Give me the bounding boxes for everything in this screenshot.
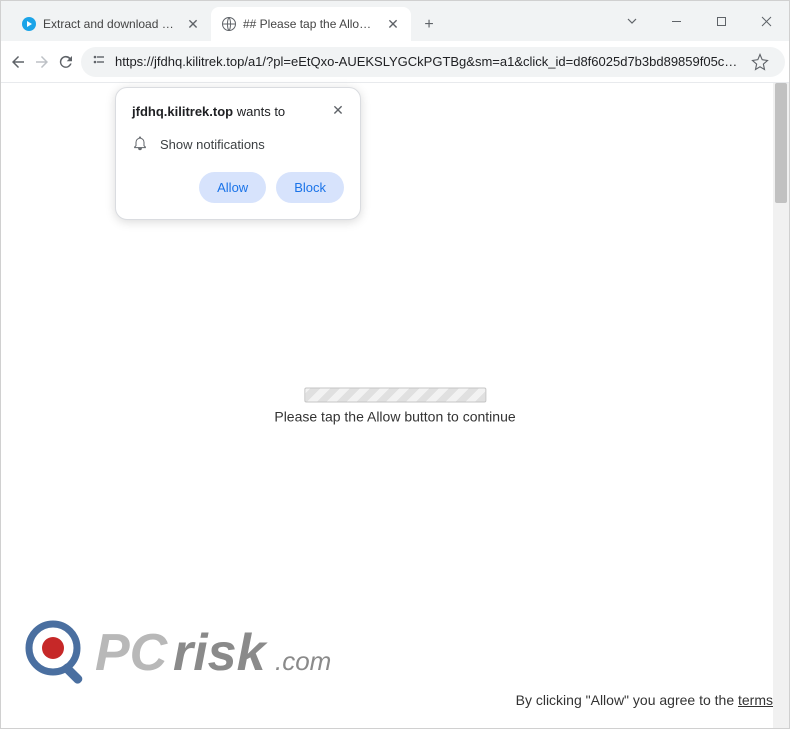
play-icon — [21, 16, 37, 32]
page-message: Please tap the Allow button to continue — [274, 408, 515, 424]
tab-title: ## Please tap the Allow button — [243, 17, 379, 31]
page-content: jfdhq.kilitrek.top wants to ✕ Show notif… — [1, 83, 789, 728]
minimize-button[interactable] — [654, 1, 699, 41]
scrollbar-thumb[interactable] — [775, 83, 787, 203]
forward-button[interactable] — [33, 47, 51, 77]
toolbar: https://jfdhq.kilitrek.top/a1/?pl=eEtQxo… — [1, 41, 789, 83]
maximize-button[interactable] — [699, 1, 744, 41]
popup-wants-text: wants to — [237, 104, 285, 119]
popup-actions: Allow Block — [132, 172, 344, 203]
allow-button[interactable]: Allow — [199, 172, 266, 203]
window-controls — [609, 1, 789, 41]
globe-icon — [221, 16, 237, 32]
new-tab-button[interactable]: + — [415, 11, 443, 39]
site-info-icon[interactable] — [91, 52, 107, 71]
close-window-button[interactable] — [744, 1, 789, 41]
permission-popup: jfdhq.kilitrek.top wants to ✕ Show notif… — [115, 87, 361, 220]
pcrisk-logo: PCrisk.com — [25, 616, 375, 686]
popup-title: jfdhq.kilitrek.top wants to — [132, 104, 344, 119]
close-icon[interactable]: ✕ — [185, 16, 201, 32]
svg-text:.com: .com — [275, 646, 331, 676]
popup-origin: jfdhq.kilitrek.top — [132, 104, 233, 119]
permission-label: Show notifications — [160, 137, 265, 152]
terms-link[interactable]: terms — [738, 692, 773, 708]
tab-title: Extract and download audio an… — [43, 17, 179, 31]
tab-please-tap-allow[interactable]: ## Please tap the Allow button ✕ — [211, 7, 411, 41]
svg-text:risk: risk — [173, 624, 269, 682]
scrollbar[interactable] — [773, 83, 789, 728]
bookmark-star-icon[interactable] — [745, 47, 775, 77]
svg-text:PC: PC — [95, 624, 169, 682]
back-button[interactable] — [9, 47, 27, 77]
bell-icon — [132, 135, 148, 154]
reload-button[interactable] — [57, 47, 75, 77]
page-center: Please tap the Allow button to continue — [274, 387, 515, 424]
permission-row: Show notifications — [132, 135, 344, 154]
progress-bar — [304, 387, 486, 402]
close-icon[interactable]: ✕ — [385, 16, 401, 32]
popup-close-icon[interactable]: ✕ — [328, 100, 348, 120]
footer-prefix: By clicking "Allow" you agree to the — [516, 692, 738, 708]
title-bar: Extract and download audio an… ✕ ## Plea… — [1, 1, 789, 41]
footer-text: By clicking "Allow" you agree to the ter… — [516, 692, 773, 708]
tab-extract-audio[interactable]: Extract and download audio an… ✕ — [11, 7, 211, 41]
url-text: https://jfdhq.kilitrek.top/a1/?pl=eEtQxo… — [115, 54, 737, 69]
dropdown-icon[interactable] — [609, 1, 654, 41]
address-bar[interactable]: https://jfdhq.kilitrek.top/a1/?pl=eEtQxo… — [81, 47, 785, 77]
block-button[interactable]: Block — [276, 172, 344, 203]
